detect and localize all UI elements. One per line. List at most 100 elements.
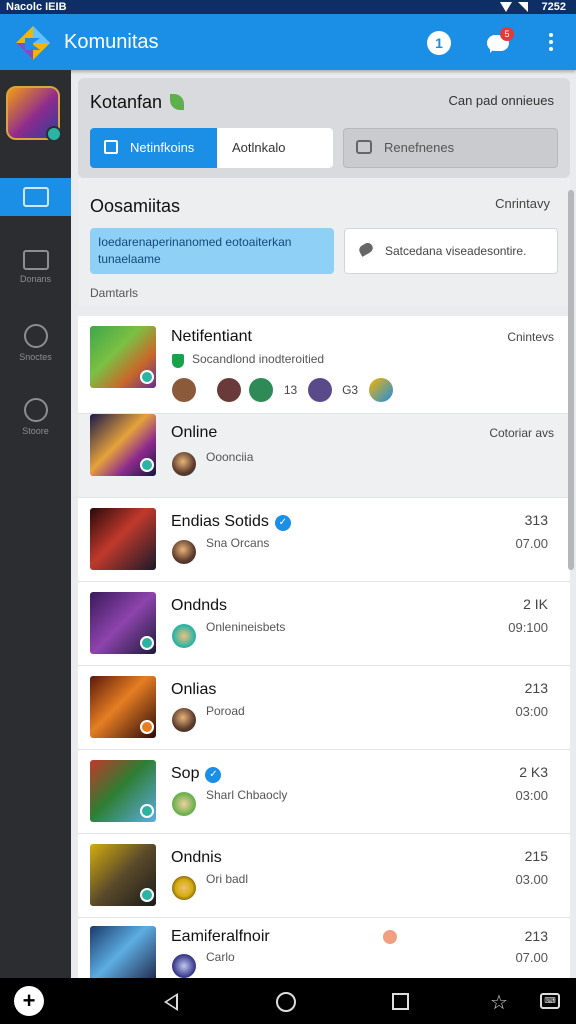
avatar <box>172 378 196 402</box>
status-left-text: Nacolc IEIB <box>6 1 67 13</box>
list-icon <box>22 187 49 207</box>
avatar <box>172 540 196 564</box>
shield-icon <box>172 354 184 368</box>
wifi-icon <box>500 2 512 12</box>
community-name: Ondnis <box>171 849 222 866</box>
search-note[interactable]: Satcedana viseadesontire. <box>344 228 558 274</box>
status-label: Cotoriar avs <box>489 426 554 440</box>
member-count: 215 <box>524 848 548 864</box>
list-item[interactable]: Sop ✓ Sharl Chbaocly 2 K3 03:00 <box>78 750 570 834</box>
community-thumbnail <box>90 926 156 978</box>
online-indicator <box>46 126 62 142</box>
star-icon[interactable]: ☆ <box>490 990 508 1015</box>
timestamp: 07.00 <box>515 536 548 551</box>
list-item[interactable]: Ondnds Onlenineisbets 2 IK 09:100 <box>78 582 570 666</box>
tab-other[interactable]: Renefnenes <box>343 128 558 168</box>
chat-badge: 5 <box>500 27 514 41</box>
info-button[interactable]: 1 <box>427 31 451 55</box>
community-name: Netifentiant <box>171 328 252 345</box>
tab-label: Renefnenes <box>384 140 455 155</box>
community-thumbnail <box>90 844 156 906</box>
home-icon[interactable] <box>276 992 296 1012</box>
member-avatars: 13 G3 <box>172 378 397 404</box>
info-note[interactable]: Ioedarenaperinanomed eotoaiterkan tunael… <box>90 228 334 274</box>
cloud-icon <box>23 398 48 422</box>
status-label: Cnintevs <box>507 330 554 344</box>
community-thumbnail <box>90 414 156 476</box>
community-list: Netifentiant Cnintevs Socandlond inodter… <box>78 316 570 978</box>
navigation-bar: + ☆ ⌨ <box>0 978 576 1024</box>
profile-avatar[interactable] <box>6 86 62 142</box>
app-logo-icon <box>16 26 50 60</box>
sidebar-item-label: Snoctes <box>19 352 52 362</box>
search-note-text: Satcedana viseadesontire. <box>385 244 527 258</box>
member-count: 213 <box>524 680 548 696</box>
list-item[interactable]: Netifentiant Cnintevs Socandlond inodter… <box>78 316 570 414</box>
avatar <box>172 624 196 648</box>
community-subtitle: Socandlond inodteroitied <box>192 352 325 366</box>
avatar <box>172 876 196 900</box>
verified-icon: ✓ <box>205 767 222 783</box>
tab-secondary[interactable]: Aotlnkalo <box>217 128 333 168</box>
section-title: Oosamiitas <box>90 196 181 216</box>
calendar-icon <box>22 250 49 270</box>
member-count: 2 K3 <box>519 764 548 780</box>
app-title: Komunitas <box>64 31 159 53</box>
top-card-link[interactable]: Can pad onnieues <box>448 93 554 108</box>
community-thumbnail <box>90 676 156 738</box>
timestamp: 07.00 <box>515 950 548 965</box>
community-subtitle: Carlo <box>206 950 235 964</box>
list-item[interactable]: Endias Sotids ✓ Sna Orcans 313 07.00 <box>78 498 570 582</box>
community-thumbnail <box>90 326 156 388</box>
avatar <box>172 954 196 978</box>
timestamp: 03.00 <box>515 872 548 887</box>
sidebar-item-donans[interactable]: Donans <box>0 246 71 296</box>
scrollbar[interactable] <box>568 190 574 570</box>
timestamp: 09:100 <box>508 620 548 635</box>
list-item[interactable]: Onlias Poroad 213 03:00 <box>78 666 570 750</box>
sidebar-item-label: Donans <box>19 274 52 284</box>
avatar <box>249 378 274 402</box>
pin-icon <box>383 930 397 944</box>
list-item[interactable]: Ondnis Ori badl 215 03.00 <box>78 834 570 918</box>
sidebar-item-snoctes[interactable]: Snoctes <box>0 320 71 370</box>
notifications-icon <box>104 140 118 154</box>
community-name: Eamiferalfnoir <box>171 928 270 945</box>
chat-button[interactable]: 5 <box>487 27 514 55</box>
community-thumbnail <box>90 592 156 654</box>
keyboard-icon[interactable]: ⌨ <box>540 993 560 1009</box>
community-subtitle: Poroad <box>206 704 245 718</box>
tab-label: Netinfkoins <box>130 140 195 155</box>
top-card: Kotanfan Can pad onnieues Netinfkoins Ao… <box>78 78 570 178</box>
tab-notifications[interactable]: Netinfkoins <box>90 128 217 168</box>
sidebar-item-label: Stoore <box>22 426 49 436</box>
avatar <box>307 378 332 402</box>
list-item[interactable]: Eamiferalfnoir Carlo 213 07.00 <box>78 918 570 978</box>
community-name: Ondnds <box>171 597 228 614</box>
community-thumbnail <box>90 508 156 570</box>
status-time: 7252 <box>541 1 566 13</box>
more-options-icon[interactable] <box>545 32 557 54</box>
timestamp: 03:00 <box>515 704 548 719</box>
community-name: Onlias <box>171 681 217 698</box>
sidebar-item-list[interactable] <box>0 178 71 216</box>
sidebar-item-stoore[interactable]: Stoore <box>0 394 71 444</box>
section-link[interactable]: Cnrintavy <box>495 196 550 211</box>
recent-apps-icon[interactable] <box>392 993 409 1010</box>
avatar <box>216 378 241 402</box>
back-icon[interactable] <box>164 993 178 1011</box>
avatar <box>172 452 196 476</box>
tab-group: Netinfkoins Aotlnkalo <box>90 128 333 168</box>
timestamp: 03:00 <box>515 788 548 803</box>
sub-label: Damtarls <box>90 286 139 300</box>
list-item[interactable]: Online Cotoriar avs Ooonciia <box>78 414 570 498</box>
member-count: 13 <box>283 383 298 397</box>
community-name: Endias Sotids ✓ <box>171 513 291 531</box>
member-count: 213 <box>524 928 548 944</box>
community-subtitle: Onlenineisbets <box>206 620 286 634</box>
community-subtitle: Sna Orcans <box>206 536 270 550</box>
community-name: Online <box>171 424 218 441</box>
section-header: Oosamiitas Cnrintavy Ioedarenaperinanome… <box>78 178 570 306</box>
avatar <box>368 378 393 402</box>
add-button[interactable]: + <box>14 986 44 1016</box>
